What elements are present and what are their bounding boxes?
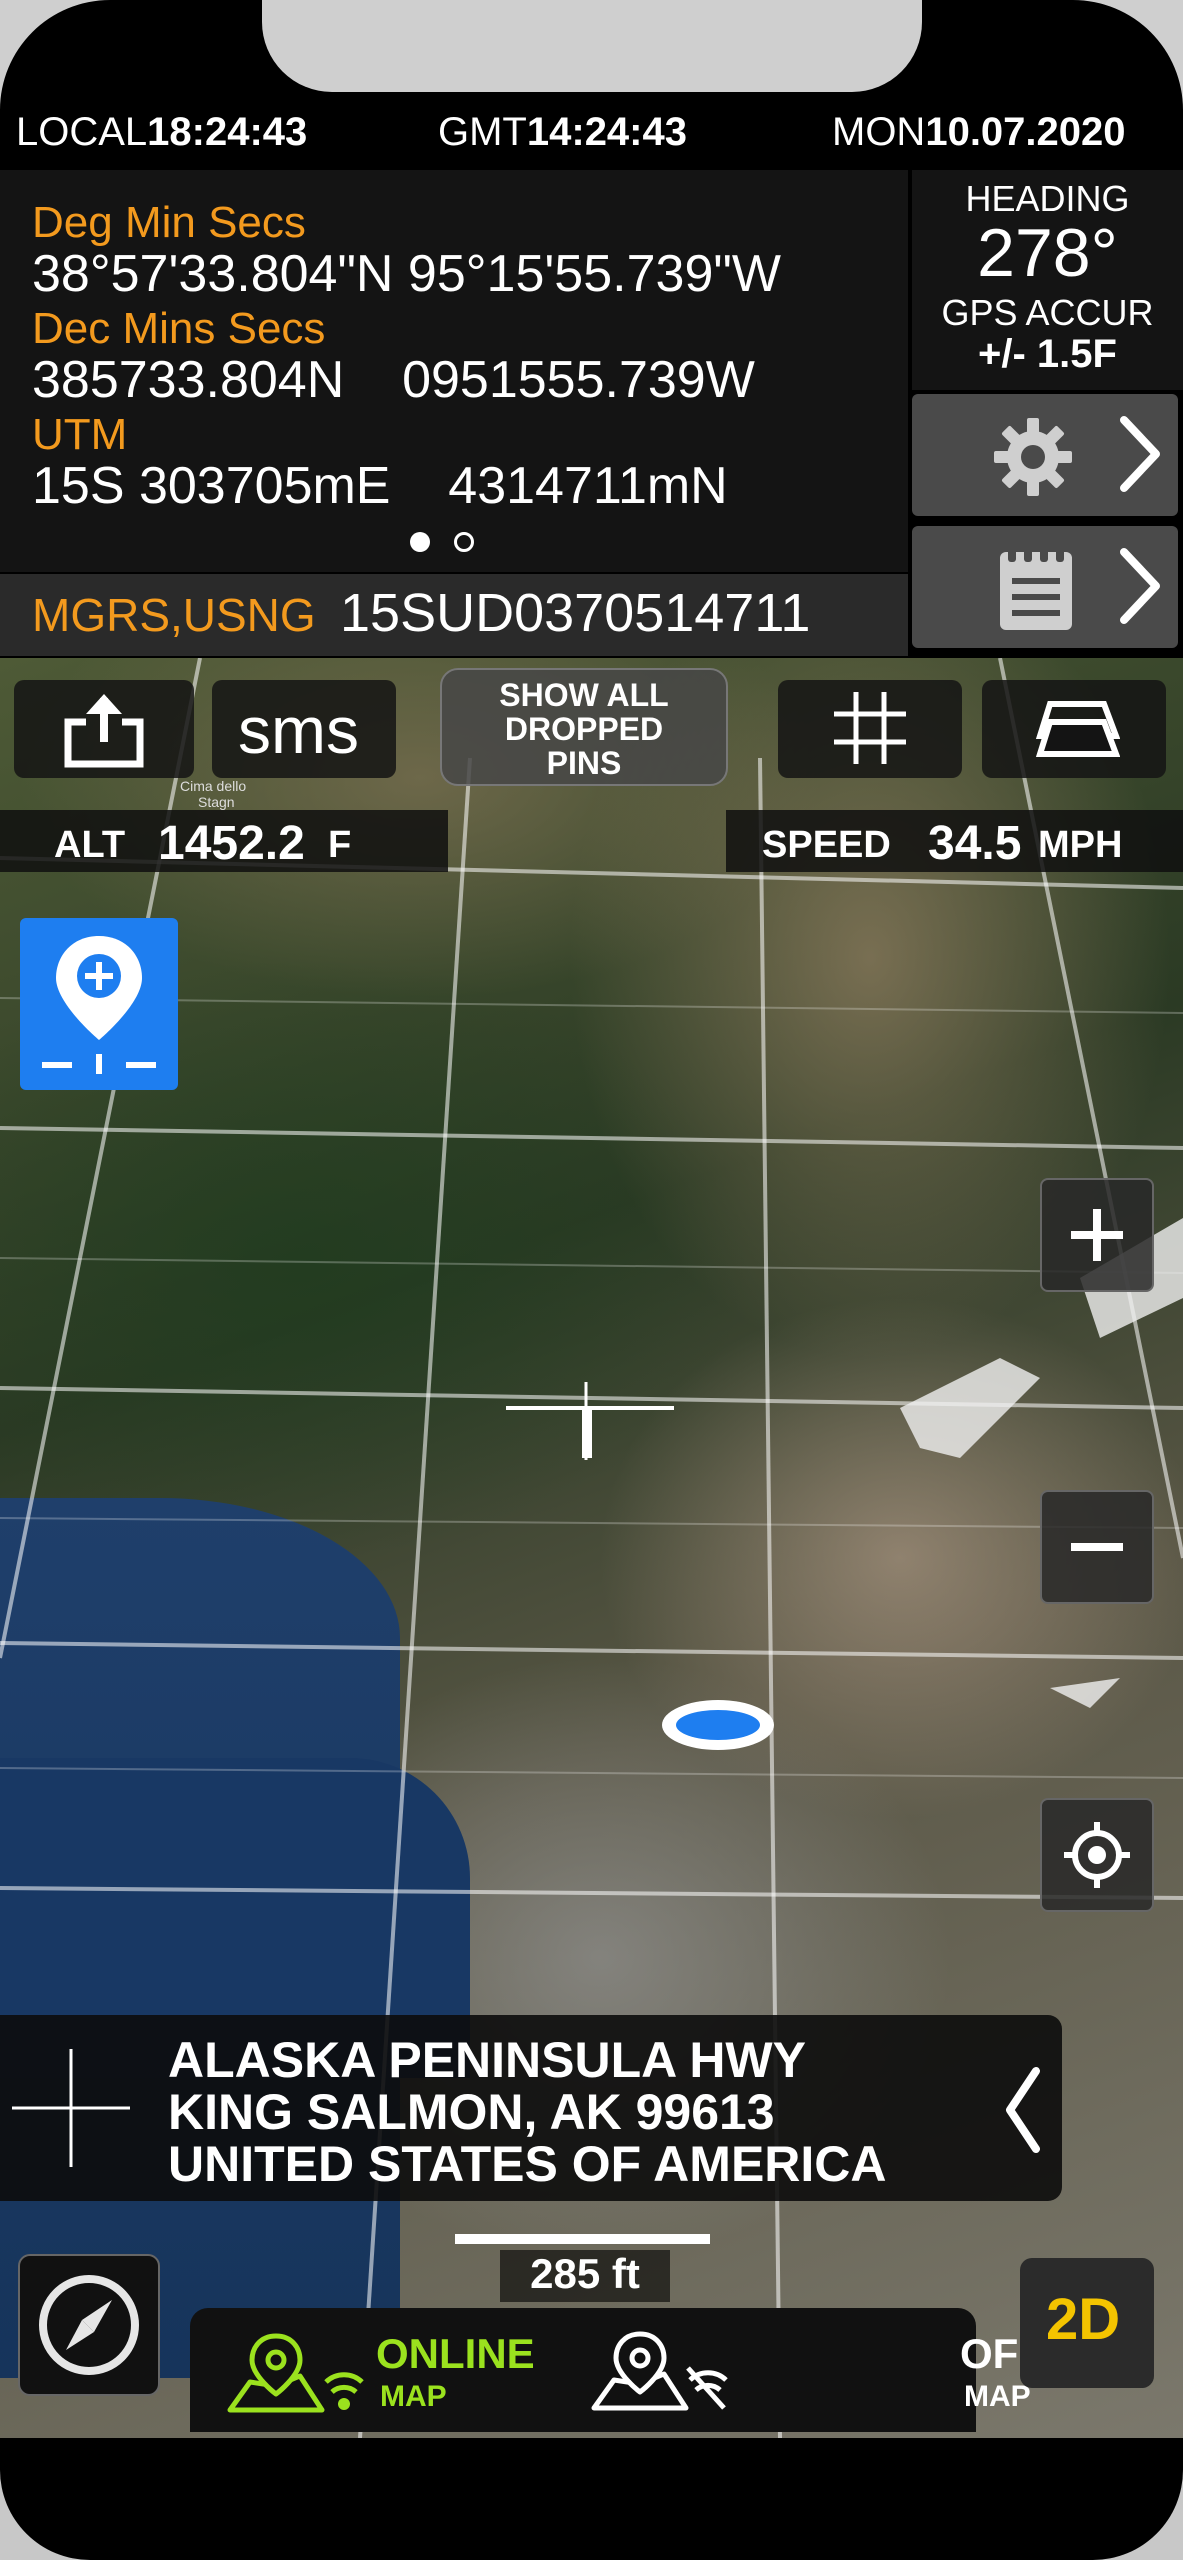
gmt-label: GMT bbox=[438, 110, 527, 154]
zoom-in-button[interactable] bbox=[1040, 1178, 1154, 1292]
drop-pin-button[interactable] bbox=[20, 918, 178, 1090]
place-label-line-1: Cima dello bbox=[180, 778, 247, 794]
show-dropped-pins-button[interactable]: SHOW ALL DROPPED PINS bbox=[440, 668, 728, 786]
zoom-out-button[interactable] bbox=[1040, 1490, 1154, 1604]
notepad-icon bbox=[1000, 542, 1072, 630]
speed-unit: MPH bbox=[1038, 824, 1123, 866]
gps-accuracy-value: +/- 1.5F bbox=[978, 332, 1117, 376]
online-map-tab[interactable]: ONLINE MAP bbox=[190, 2308, 580, 2432]
place-label: Cima dello Stagn bbox=[180, 778, 246, 810]
speed-label: SPEED bbox=[762, 824, 891, 866]
show-pins-line-2: DROPPED bbox=[504, 711, 664, 747]
dec-label: Dec Mins Secs bbox=[32, 304, 326, 353]
map-center-crosshair bbox=[506, 1382, 674, 1460]
online-map-sublabel: MAP bbox=[380, 2380, 447, 2413]
local-time: 18:24:43 bbox=[147, 110, 308, 154]
sms-label: sms bbox=[238, 693, 359, 767]
offline-map-tab[interactable]: OFFLINE MAP bbox=[590, 2308, 1140, 2432]
grid-icon bbox=[834, 692, 906, 764]
coordinates-panel[interactable]: Deg Min Secs 38°57'33.804"N 95°15'55.739… bbox=[0, 170, 908, 572]
address-line-2: KING SALMON, AK 99613 bbox=[168, 2084, 775, 2140]
compass-icon bbox=[39, 2275, 139, 2375]
crosshair-icon bbox=[12, 2049, 130, 2167]
minus-icon bbox=[1071, 1543, 1123, 1551]
show-pins-line-1: SHOW ALL bbox=[499, 677, 669, 713]
status-bar: LOCAL18:24:43 GMT14:24:43 MON10.07.2020 bbox=[0, 100, 1183, 170]
settings-button[interactable] bbox=[912, 394, 1178, 516]
gps-accuracy-label: GPS ACCUR bbox=[941, 292, 1154, 333]
layers-button[interactable] bbox=[982, 680, 1166, 778]
speed-value: 34.5 bbox=[928, 817, 1022, 870]
dec-value: 385733.804N 0951555.739W bbox=[32, 351, 755, 409]
day-label: MON bbox=[832, 110, 926, 154]
add-pin-icon bbox=[42, 936, 156, 1074]
page-dot[interactable] bbox=[454, 532, 474, 552]
scale-label: 285 ft bbox=[500, 2250, 670, 2302]
gmt-time-readout: GMT14:24:43 bbox=[438, 110, 687, 155]
heading-value: 278° bbox=[977, 215, 1118, 291]
mgrs-row: MGRS,USNG 15SUD0370514711 bbox=[0, 574, 908, 656]
online-map-icon bbox=[227, 2333, 364, 2413]
mgrs-value: 15SUD0370514711 bbox=[340, 583, 811, 643]
altitude-label: ALT bbox=[54, 824, 126, 866]
current-location-marker bbox=[662, 1700, 774, 1750]
sms-button[interactable]: sms bbox=[212, 680, 396, 778]
show-pins-line-3: PINS bbox=[546, 745, 622, 781]
gmt-time: 14:24:43 bbox=[526, 110, 687, 154]
online-map-label: ONLINE bbox=[376, 2330, 535, 2377]
device-notch bbox=[262, 0, 922, 92]
speed-readout: SPEED 34.5 MPH bbox=[726, 810, 1183, 872]
location-dot bbox=[676, 1710, 760, 1740]
offline-map-sublabel: MAP bbox=[964, 2380, 1031, 2413]
altitude-value: 1452.2 bbox=[158, 817, 305, 870]
date-readout: MON10.07.2020 bbox=[832, 110, 1126, 155]
share-icon bbox=[64, 694, 144, 768]
compass-button[interactable] bbox=[18, 2254, 160, 2396]
chevron-right-icon bbox=[1120, 548, 1160, 624]
dms-value: 38°57'33.804"N 95°15'55.739"W bbox=[32, 245, 781, 303]
share-button[interactable] bbox=[14, 680, 194, 778]
view-2d-label: 2D bbox=[1046, 2287, 1121, 2352]
page-indicator[interactable] bbox=[398, 532, 486, 557]
chevron-left-icon[interactable] bbox=[1002, 2065, 1044, 2155]
place-label-line-2: Stagn bbox=[198, 794, 235, 810]
app-screen: LOCAL18:24:43 GMT14:24:43 MON10.07.2020 … bbox=[0, 0, 1183, 2560]
plus-icon bbox=[1071, 1209, 1123, 1261]
offline-map-icon bbox=[591, 2331, 728, 2411]
local-time-readout: LOCAL18:24:43 bbox=[16, 110, 307, 155]
address-panel[interactable]: ALASKA PENINSULA HWY KING SALMON, AK 996… bbox=[0, 2015, 1062, 2201]
notes-button[interactable] bbox=[912, 526, 1178, 648]
grid-toggle-button[interactable] bbox=[778, 680, 962, 778]
address-line-3: UNITED STATES OF AMERICA bbox=[168, 2136, 887, 2192]
date-value: 10.07.2020 bbox=[925, 110, 1126, 154]
gear-icon bbox=[994, 418, 1072, 496]
view-2d-button[interactable]: 2D bbox=[1020, 2258, 1154, 2388]
heading-panel: HEADING 278° GPS ACCUR +/- 1.5F bbox=[912, 170, 1183, 390]
mgrs-label: MGRS,USNG bbox=[32, 589, 316, 641]
altitude-unit: F bbox=[328, 824, 352, 866]
layers-icon bbox=[1035, 701, 1120, 757]
altitude-readout: ALT 1452.2 F bbox=[0, 810, 448, 872]
locate-crosshair-icon bbox=[1064, 1822, 1130, 1888]
scale-bar bbox=[455, 2234, 710, 2244]
utm-value: 15S 303705mE 4314711mN bbox=[32, 457, 728, 515]
locate-me-button[interactable] bbox=[1040, 1798, 1154, 1912]
address-line-1: ALASKA PENINSULA HWY bbox=[168, 2032, 806, 2088]
dms-label: Deg Min Secs bbox=[32, 198, 306, 247]
local-label: LOCAL bbox=[16, 110, 148, 154]
utm-label: UTM bbox=[32, 410, 128, 459]
chevron-right-icon bbox=[1120, 416, 1160, 492]
map-mode-tabs: ONLINE MAP OFFLINE MAP bbox=[190, 2308, 1140, 2432]
page-dot-active[interactable] bbox=[410, 532, 430, 552]
